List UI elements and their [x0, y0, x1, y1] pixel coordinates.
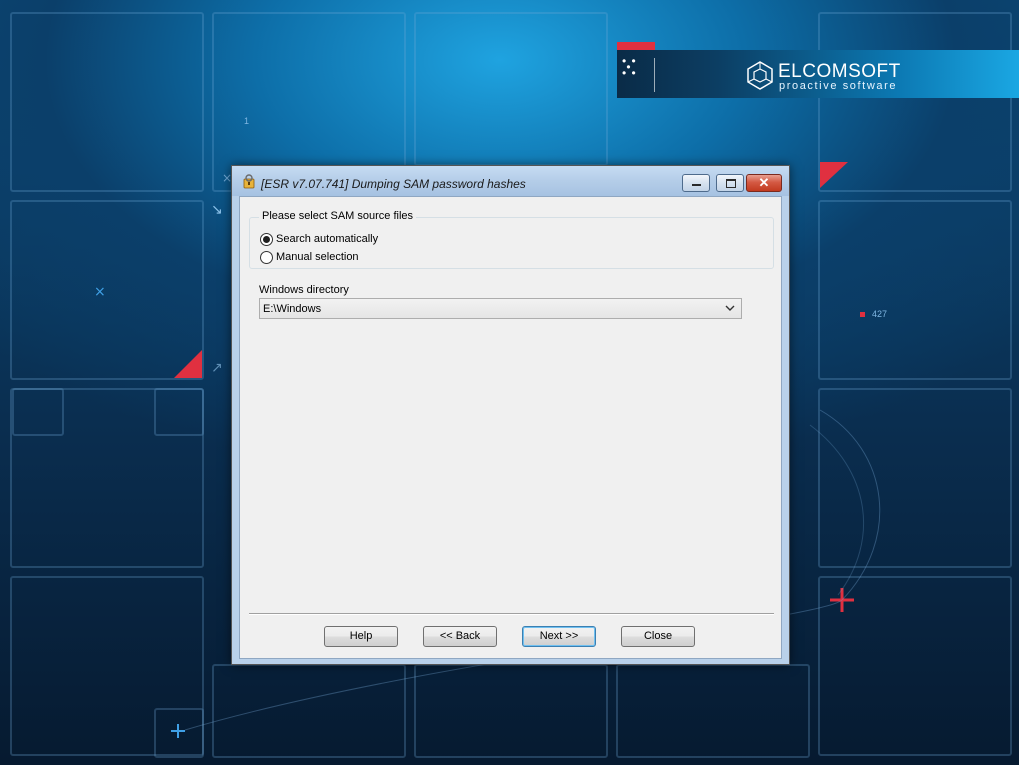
hud-digit: 1 [244, 116, 250, 126]
sam-source-label: Please select SAM source files [259, 210, 417, 222]
radio-label: Manual selection [276, 251, 359, 263]
radio-button[interactable] [260, 251, 273, 264]
dots-logo-icon: • • • • • [622, 54, 637, 80]
title-bar[interactable]: [ESR v7.07.741] Dumping SAM password has… [232, 166, 789, 196]
minimize-button[interactable] [682, 174, 710, 192]
back-button[interactable]: << Back [423, 626, 497, 647]
close-button[interactable]: Close [621, 626, 695, 647]
button-separator [249, 613, 774, 615]
esr-dialog-window: [ESR v7.07.741] Dumping SAM password has… [231, 165, 790, 665]
app-icon [243, 174, 255, 189]
windows-directory-combobox[interactable]: E:\Windows [259, 298, 742, 319]
close-window-button[interactable]: ✕ [746, 174, 782, 192]
x-mark-icon: × [94, 284, 106, 300]
bg-swoosh-lines [819, 409, 881, 601]
window-title: [ESR v7.07.741] Dumping SAM password has… [261, 177, 526, 191]
hexagon-logo-icon [747, 61, 773, 90]
banner-red-strip [617, 42, 655, 50]
radio-label: Search automatically [276, 233, 379, 245]
windows-directory-label: Windows directory [259, 284, 349, 296]
brand-tagline: proactive software [779, 80, 898, 92]
chevron-down-icon [725, 305, 735, 311]
banner-divider [654, 58, 655, 92]
windows-directory-value: E:\Windows [263, 303, 322, 315]
help-button[interactable]: Help [324, 626, 398, 647]
hud-number: 427 [872, 309, 888, 319]
hud-red-square [860, 312, 865, 317]
radio-button-selected[interactable] [260, 233, 273, 246]
dialog-client-area: Please select SAM source files Search au… [239, 196, 782, 659]
close-icon: ✕ [758, 175, 770, 190]
next-button[interactable]: Next >> [522, 626, 596, 647]
arrow-mark-icon: ↗ [211, 360, 223, 376]
maximize-icon [726, 179, 736, 188]
maximize-button[interactable] [716, 174, 744, 192]
bg-swoosh-lines [809, 424, 865, 596]
arrow-mark-icon: ↘ [211, 202, 223, 218]
minimize-icon [692, 184, 701, 186]
